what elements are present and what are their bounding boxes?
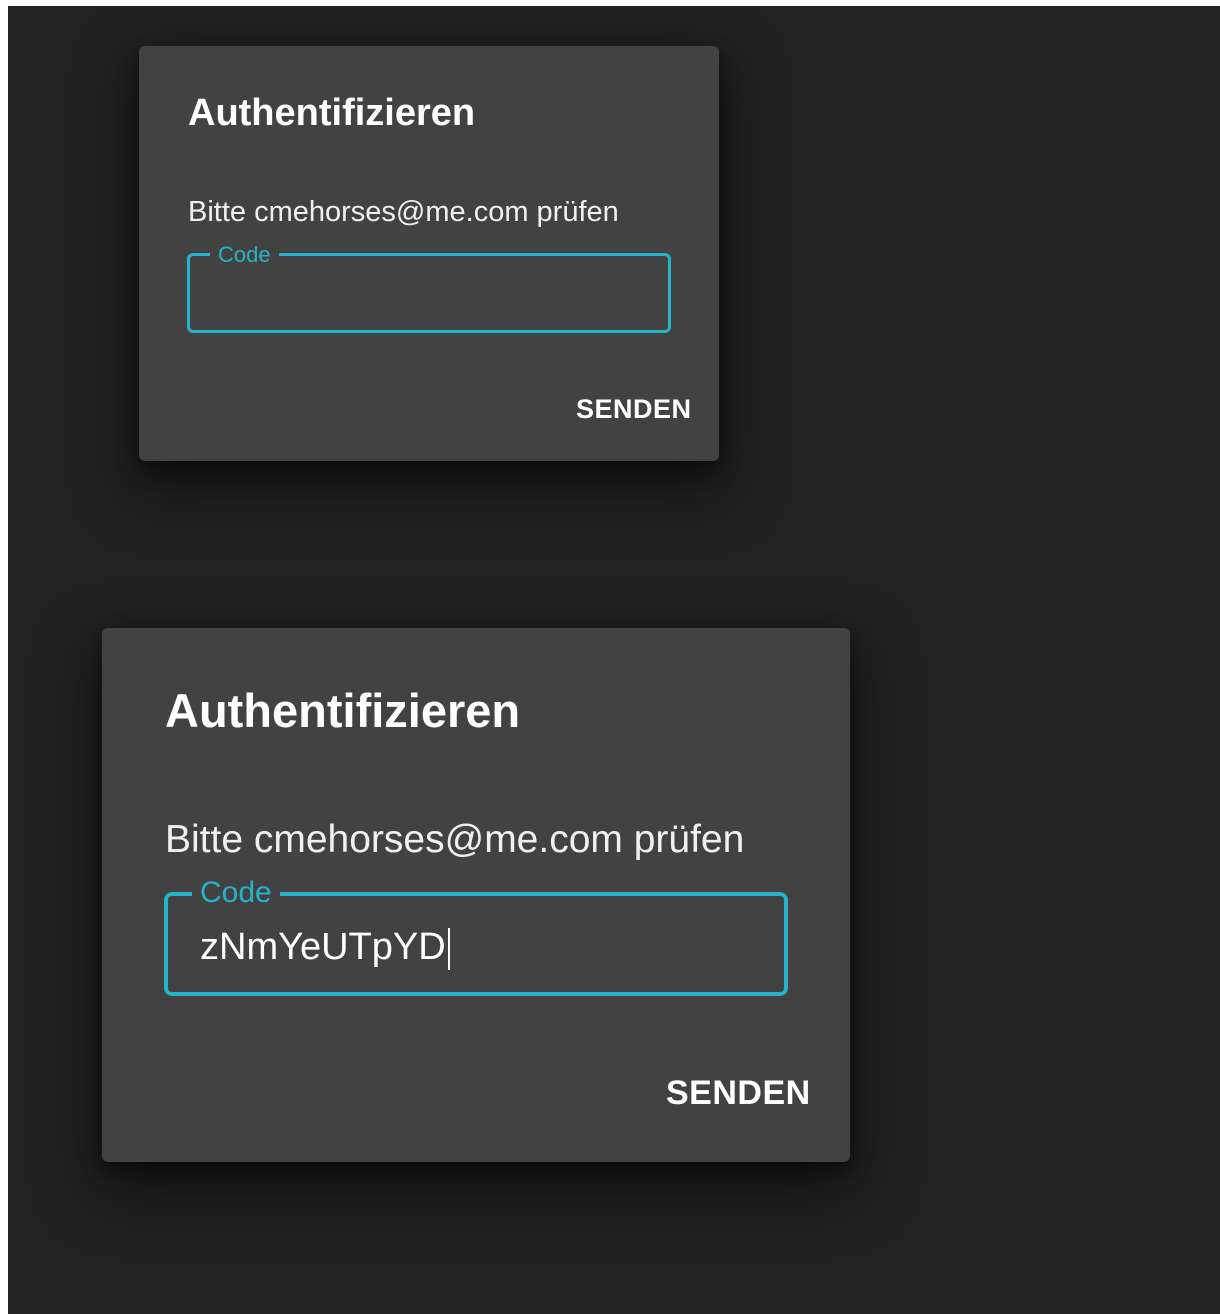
auth-dialog-large: Authentifizieren Bitte cmehorses@me.com …	[102, 628, 850, 1162]
auth-dialog-small: Authentifizieren Bitte cmehorses@me.com …	[139, 46, 719, 461]
dialog-title: Authentifizieren	[188, 92, 476, 134]
code-value-wrapper: zNmYeUTpYD	[200, 928, 450, 970]
send-button[interactable]: SENDEN	[666, 1074, 811, 1113]
text-caret	[447, 928, 450, 970]
dialog-title: Authentifizieren	[165, 684, 521, 737]
code-label: Code	[210, 244, 279, 266]
code-input[interactable]: Code zNmYeUTpYD	[164, 878, 788, 996]
dialog-message: Bitte cmehorses@me.com prüfen	[165, 818, 745, 861]
code-input[interactable]: Code	[187, 244, 671, 333]
code-value: zNmYeUTpYD	[200, 926, 446, 969]
screen-background: Authentifizieren Bitte cmehorses@me.com …	[8, 6, 1220, 1314]
code-label: Code	[192, 878, 280, 908]
send-button[interactable]: SENDEN	[576, 394, 692, 425]
dialog-message: Bitte cmehorses@me.com prüfen	[188, 196, 619, 228]
